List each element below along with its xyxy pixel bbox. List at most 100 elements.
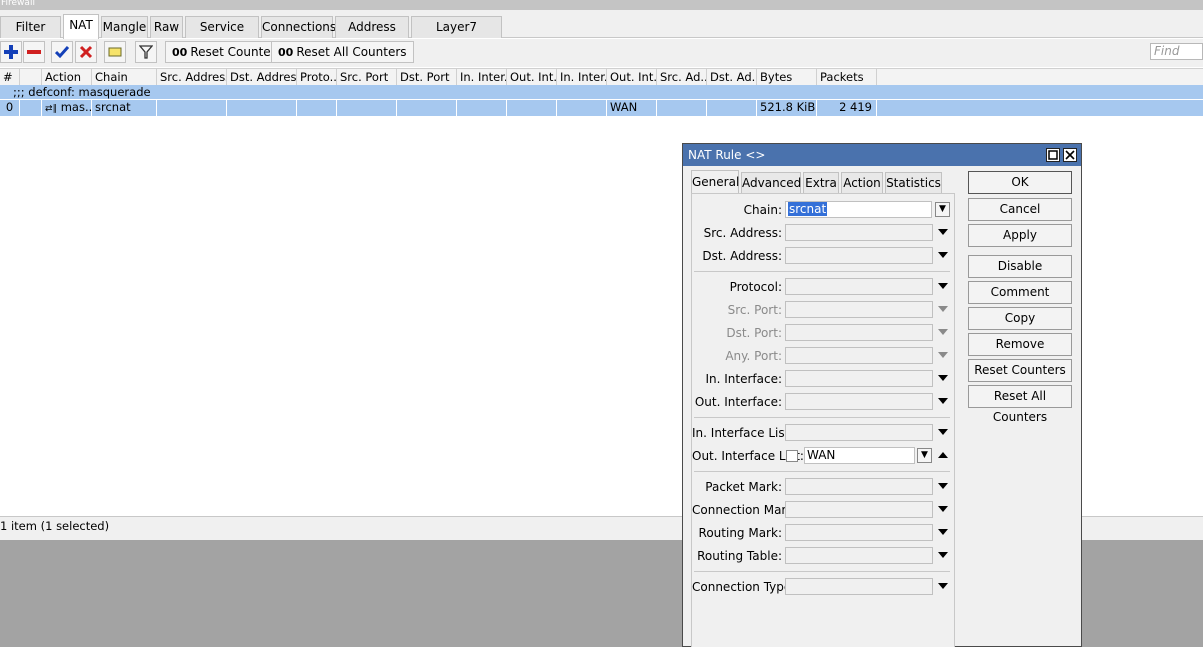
col-dst-address-list[interactable]: Dst. Ad... (707, 69, 757, 86)
tab-raw[interactable]: Raw (150, 16, 183, 38)
row-protocol (297, 100, 337, 116)
src-port-row: Src. Port: (692, 301, 954, 319)
enable-button[interactable] (51, 41, 73, 63)
col-src-address[interactable]: Src. Address (157, 69, 227, 86)
tab-service-ports[interactable]: Service Ports (185, 16, 259, 54)
dialog-title[interactable]: NAT Rule <> (683, 144, 1081, 166)
chevron-down-icon[interactable] (938, 583, 948, 589)
tab-action[interactable]: Action (841, 172, 883, 194)
chevron-down-icon[interactable] (938, 483, 948, 489)
tab-extra[interactable]: Extra (803, 172, 839, 194)
reset-counters-button[interactable]: Reset Counters (968, 359, 1072, 382)
disable-button[interactable]: Disable (968, 255, 1072, 278)
close-icon[interactable] (1063, 148, 1077, 162)
row-chain: srcnat (92, 100, 157, 116)
chevron-down-icon[interactable] (938, 252, 948, 258)
reset-all-counters-button[interactable]: 00 Reset All Counters (271, 41, 414, 63)
chevron-down-icon (938, 306, 948, 312)
chevron-down-icon (938, 352, 948, 358)
col-chain[interactable]: Chain (92, 69, 157, 86)
ok-button[interactable]: OK (968, 171, 1072, 194)
packet-mark-row: Packet Mark: (692, 478, 954, 496)
row-src-port (337, 100, 397, 116)
tab-mangle[interactable]: Mangle (101, 16, 148, 38)
add-button[interactable] (0, 41, 22, 63)
chevron-down-icon[interactable] (938, 529, 948, 535)
col-dst-address[interactable]: Dst. Address (227, 69, 297, 86)
negate-checkbox[interactable] (786, 450, 798, 462)
table-row[interactable]: 0 ⇄∥ mas... srcnat WAN 521.8 KiB 2 419 (0, 100, 1203, 116)
remove-button[interactable] (23, 41, 45, 63)
tab-layer7-protocols[interactable]: Layer7 Protocols (411, 16, 502, 54)
tab-address-lists[interactable]: Address Lists (335, 16, 409, 54)
chevron-down-icon[interactable] (938, 398, 948, 404)
in-interface-row: In. Interface: (692, 370, 954, 388)
col-in-interface[interactable]: In. Inter... (457, 69, 507, 86)
dst-address-input[interactable] (785, 247, 933, 264)
chevron-down-icon[interactable] (938, 429, 948, 435)
comment-button[interactable]: Comment (968, 281, 1072, 304)
remove-button[interactable]: Remove (968, 333, 1072, 356)
chevron-down-icon[interactable] (938, 283, 948, 289)
col-action[interactable]: Action (42, 69, 92, 86)
rule-comment[interactable]: ;;; defconf: masquerade (0, 85, 1203, 100)
reset-all-counters-button[interactable]: Reset All Counters (968, 385, 1072, 424)
col-num[interactable]: # (0, 69, 20, 86)
tab-statistics[interactable]: Statistics (885, 172, 942, 194)
chain-row: Chain: srcnat ▼ (692, 201, 954, 219)
out-interface-input[interactable] (785, 393, 933, 410)
minus-icon (27, 50, 41, 54)
in-interface-input[interactable] (785, 370, 933, 387)
col-flags[interactable] (20, 69, 42, 86)
chevron-up-icon[interactable] (938, 452, 948, 458)
copy-button[interactable]: Copy (968, 307, 1072, 330)
comment-button[interactable] (104, 41, 126, 63)
routing-table-input[interactable] (785, 547, 933, 564)
col-out-interface[interactable]: Out. Int... (507, 69, 557, 86)
col-bytes[interactable]: Bytes (757, 69, 817, 86)
col-out-interface-list[interactable]: Out. Int... (607, 69, 657, 86)
src-address-input[interactable] (785, 224, 933, 241)
chevron-down-icon[interactable] (938, 506, 948, 512)
window-title: Firewall (0, 0, 1203, 10)
out-interface-list-dropdown-button[interactable]: ▼ (917, 448, 932, 463)
connection-mark-input[interactable] (785, 501, 933, 518)
tab-filter-rules[interactable]: Filter Rules (0, 16, 61, 54)
tab-advanced[interactable]: Advanced (741, 172, 801, 194)
dst-address-label: Dst. Address: (702, 249, 782, 263)
disable-button[interactable] (75, 41, 97, 63)
routing-mark-row: Routing Mark: (692, 524, 954, 542)
col-in-interface-list[interactable]: In. Inter... (557, 69, 607, 86)
packet-mark-input[interactable] (785, 478, 933, 495)
col-protocol[interactable]: Proto... (297, 69, 337, 86)
filter-button[interactable] (135, 41, 157, 63)
routing-table-label: Routing Table: (697, 549, 782, 563)
tab-nat[interactable]: NAT (63, 14, 99, 39)
routing-mark-input[interactable] (785, 524, 933, 541)
apply-button[interactable]: Apply (968, 224, 1072, 247)
tab-general[interactable]: General (691, 170, 739, 195)
tab-connections[interactable]: Connections (261, 16, 336, 38)
row-num: 0 (0, 100, 20, 116)
row-in-interface-list (557, 100, 607, 116)
col-packets[interactable]: Packets (817, 69, 877, 86)
chevron-down-icon[interactable] (938, 552, 948, 558)
maximize-icon[interactable] (1046, 148, 1060, 162)
row-in-interface (457, 100, 507, 116)
chevron-down-icon[interactable] (938, 229, 948, 235)
out-interface-list-input[interactable]: WAN (804, 447, 915, 464)
chevron-down-icon[interactable] (938, 375, 948, 381)
in-interface-list-input[interactable] (785, 424, 933, 441)
col-dst-port[interactable]: Dst. Port (397, 69, 457, 86)
connection-type-input[interactable] (785, 578, 933, 595)
chain-dropdown-button[interactable]: ▼ (935, 202, 950, 217)
protocol-input[interactable] (785, 278, 933, 295)
chain-input[interactable]: srcnat (785, 201, 932, 218)
src-port-input (785, 301, 933, 318)
separator (694, 471, 950, 472)
col-src-address-list[interactable]: Src. Ad... (657, 69, 707, 86)
cancel-button[interactable]: Cancel (968, 198, 1072, 221)
find-input[interactable]: Find (1150, 43, 1203, 60)
col-src-port[interactable]: Src. Port (337, 69, 397, 86)
src-address-row: Src. Address: (692, 224, 954, 242)
